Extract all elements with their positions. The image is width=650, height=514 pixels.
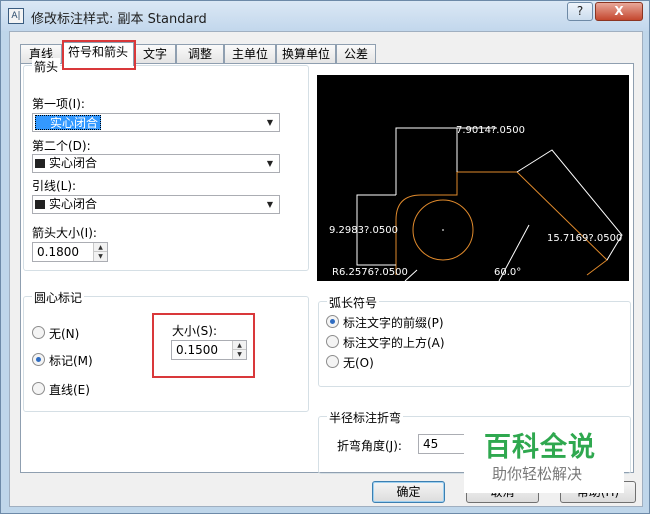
preview-dim-left: 9.2983?.0500	[329, 225, 398, 236]
jog-angle-label: 折弯角度(J):	[337, 439, 402, 453]
chevron-down-icon[interactable]: ▼	[263, 156, 277, 171]
spin-up-icon[interactable]: ▲	[93, 243, 107, 252]
leader-arrow-label: 引线(L):	[32, 179, 77, 193]
tab-tolerances[interactable]: 公差	[336, 44, 376, 64]
preview-dim-top: 7.9014?.0500	[456, 125, 525, 136]
tab-text[interactable]: 文字	[134, 44, 176, 64]
help-title-button[interactable]: ?	[567, 2, 593, 21]
jog-angle-value: 45	[423, 437, 439, 451]
arc-length-group-title: 弧长符号	[327, 294, 380, 311]
close-button[interactable]: X	[595, 2, 643, 21]
first-arrow-value: 实心闭合	[35, 115, 102, 130]
preview-canvas: 7.9014?.0500 9.2983?.0500 15.7169?.0500 …	[317, 75, 629, 281]
preview-drawing: 7.9014?.0500 9.2983?.0500 15.7169?.0500 …	[329, 125, 623, 281]
leader-arrow-value: 实心闭合	[49, 197, 98, 211]
chevron-down-icon[interactable]: ▼	[263, 197, 277, 212]
tab-highlight-box	[62, 40, 136, 70]
tab-primary-units[interactable]: 主单位	[224, 44, 276, 64]
center-line-label[interactable]: 直线(E)	[49, 381, 90, 398]
preview-dim-right: 15.7169?.0500	[547, 233, 622, 244]
preview-dim-angle: 60.0°	[494, 267, 521, 278]
spin-down-icon[interactable]: ▼	[93, 252, 107, 261]
arc-prefix-radio[interactable]	[326, 315, 339, 328]
center-marks-group-title: 圆心标记	[32, 289, 85, 306]
center-mark-radio[interactable]	[32, 353, 45, 366]
watermark-title: 百科全说	[484, 432, 596, 463]
first-arrow-label: 第一项(I):	[32, 97, 85, 111]
second-arrow-label: 第二个(D):	[32, 139, 91, 153]
center-line-radio[interactable]	[32, 382, 45, 395]
center-none-radio[interactable]	[32, 326, 45, 339]
arrow-size-value: 0.1800	[37, 245, 79, 259]
radius-jog-group-title: 半径标注折弯	[327, 409, 404, 426]
arc-none-radio[interactable]	[326, 355, 339, 368]
arc-prefix-label[interactable]: 标注文字的前缀(P)	[343, 314, 444, 331]
tab-panel: 箭头 第一项(I): 实心闭合 ▼ 第二个(D): 实心闭合 ▼ 引线(L): …	[20, 58, 634, 474]
center-mark-label[interactable]: 标记(M)	[49, 352, 93, 369]
arrow-size-label: 箭头大小(I):	[32, 226, 97, 240]
tab-fit[interactable]: 调整	[176, 44, 224, 64]
second-arrow-select[interactable]: 实心闭合 ▼	[32, 154, 280, 173]
preview-dim-radius: R6.2576?.0500	[332, 267, 408, 278]
dialog-window: A| 修改标注样式: 副本 Standard ? X 直线 符号和箭头 文字 调…	[0, 0, 650, 514]
title-bar[interactable]: A| 修改标注样式: 副本 Standard ? X	[1, 1, 649, 31]
chevron-down-icon[interactable]: ▼	[263, 115, 277, 130]
arrowheads-group: 箭头 第一项(I): 实心闭合 ▼ 第二个(D): 实心闭合 ▼ 引线(L): …	[23, 58, 309, 271]
center-size-highlight-box	[152, 313, 255, 378]
arc-none-label[interactable]: 无(O)	[343, 354, 374, 371]
arc-above-label[interactable]: 标注文字的上方(A)	[343, 334, 445, 351]
dim-line-top	[395, 127, 458, 195]
watermark-subtitle: 助你轻松解决	[492, 465, 583, 483]
window-title: 修改标注样式: 副本 Standard	[31, 12, 207, 27]
tab-alternate-units[interactable]: 换算单位	[276, 44, 336, 64]
first-arrow-select[interactable]: 实心闭合 ▼	[32, 113, 280, 132]
arc-length-group: 弧长符号 标注文字的前缀(P) 标注文字的上方(A) 无(O)	[318, 294, 631, 387]
arrow-size-spinner[interactable]: 0.1800 ▲ ▼	[32, 242, 108, 262]
watermark-logo: 百科全说 助你轻松解决	[464, 421, 624, 493]
center-none-label[interactable]: 无(N)	[49, 325, 79, 342]
app-icon: A|	[8, 8, 24, 24]
ok-button[interactable]: 确定	[372, 481, 445, 503]
part-outline	[395, 171, 608, 276]
arc-above-radio[interactable]	[326, 335, 339, 348]
arrowheads-group-title: 箭头	[32, 58, 61, 75]
leader-arrow-select[interactable]: 实心闭合 ▼	[32, 195, 280, 214]
second-arrow-value: 实心闭合	[49, 156, 98, 170]
